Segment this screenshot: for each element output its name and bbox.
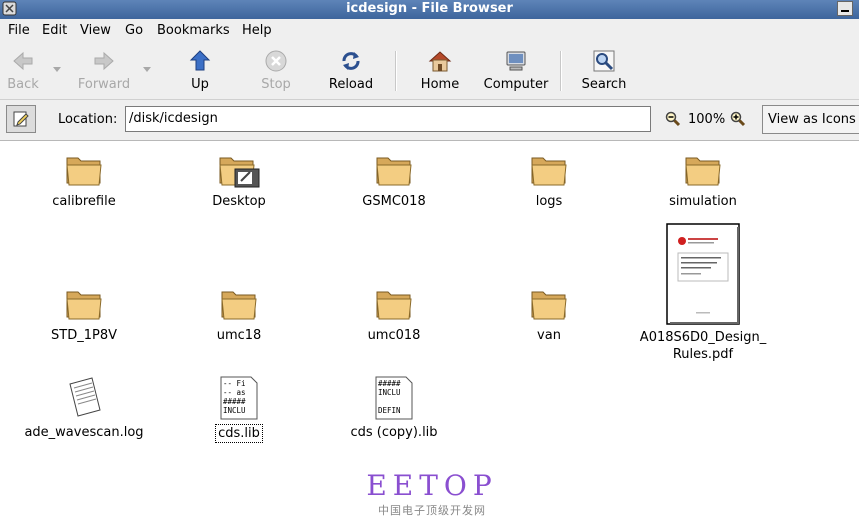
search-button[interactable]: Search: [580, 49, 628, 92]
file-item-umc18[interactable]: umc18: [199, 283, 279, 344]
reload-button[interactable]: Reload: [328, 49, 374, 92]
folder-icon: [221, 291, 257, 320]
menu-view[interactable]: View: [80, 23, 111, 38]
svg-text:INCLU: INCLU: [378, 388, 401, 397]
desktop-folder-icon: [219, 157, 260, 188]
home-button[interactable]: Home: [418, 49, 462, 92]
menu-go[interactable]: Go: [125, 23, 143, 38]
view-as-dropdown[interactable]: View as Icons: [762, 105, 859, 134]
text-preview-file-icon: -- Fi -- as ##### INCLU: [220, 376, 258, 420]
location-bar: Location: /disk/icdesign 100% View as Ic…: [0, 100, 859, 141]
text-preview-file-icon: ##### INCLU DEFIN: [375, 376, 413, 420]
menu-edit[interactable]: Edit: [42, 23, 67, 38]
file-item-desktop[interactable]: Desktop: [199, 149, 279, 210]
computer-icon: [506, 51, 526, 71]
folder-icon: [376, 157, 412, 186]
menu-bookmarks[interactable]: Bookmarks: [157, 23, 230, 38]
menu-file[interactable]: File: [8, 23, 30, 38]
location-input[interactable]: /disk/icdesign: [125, 106, 651, 132]
svg-text:#####: #####: [223, 397, 246, 406]
menu-help[interactable]: Help: [242, 23, 272, 38]
back-arrow-icon: [13, 51, 33, 71]
edit-location-icon: [13, 111, 29, 127]
watermark-title: EETOP: [366, 469, 498, 502]
text-file-icon: [69, 377, 101, 417]
pdf-thumbnail-icon: [666, 223, 740, 325]
zoom-level[interactable]: 100%: [688, 112, 725, 127]
zoom-in-icon[interactable]: [730, 111, 746, 127]
folder-icon: [66, 157, 102, 186]
minimize-button[interactable]: [837, 1, 853, 16]
stop-icon: [265, 50, 287, 72]
folder-icon: [685, 157, 721, 186]
computer-button[interactable]: Computer: [483, 49, 549, 92]
up-button[interactable]: Up: [183, 49, 217, 92]
home-icon: [428, 51, 452, 72]
toolbar: Back Forward Up Stop Reload Home Compute…: [0, 43, 859, 100]
forward-arrow-icon: [94, 51, 114, 71]
window-title: icdesign - File Browser: [346, 1, 513, 16]
svg-text:-- Fi: -- Fi: [223, 379, 246, 388]
file-icon-view: calibrefile Desktop GSMC018 logs simulat…: [0, 141, 859, 524]
toolbar-separator: [560, 51, 562, 91]
back-history-dropdown[interactable]: [53, 67, 61, 72]
file-item-cds-lib[interactable]: -- Fi -- as ##### INCLU cds.lib: [199, 376, 279, 443]
search-icon: [593, 50, 615, 72]
reload-icon: [342, 52, 360, 70]
folder-icon: [531, 291, 567, 320]
file-item-umc018[interactable]: umc018: [354, 283, 434, 344]
svg-text:DEFIN: DEFIN: [378, 406, 401, 415]
location-label: Location:: [58, 112, 118, 127]
title-bar: icdesign - File Browser: [0, 0, 859, 19]
folder-icon: [66, 291, 102, 320]
file-item-calibrefile[interactable]: calibrefile: [44, 149, 124, 210]
file-item-std-1p8v[interactable]: STD_1P8V: [44, 283, 124, 344]
menu-bar: File Edit View Go Bookmarks Help: [0, 19, 859, 43]
toolbar-separator: [395, 51, 397, 91]
file-item-simulation[interactable]: simulation: [663, 149, 743, 210]
stop-button[interactable]: Stop: [258, 49, 294, 92]
up-arrow-icon: [189, 50, 211, 71]
file-item-cds-copy-lib[interactable]: ##### INCLU DEFIN cds (copy).lib: [339, 376, 449, 441]
zoom-out-icon[interactable]: [665, 111, 681, 127]
forward-button[interactable]: Forward: [76, 49, 132, 92]
back-button[interactable]: Back: [6, 49, 40, 92]
svg-text:INCLU: INCLU: [223, 406, 246, 415]
file-item-design-rules-pdf[interactable]: A018S6D0_Design_ Rules.pdf: [638, 223, 768, 363]
file-item-van[interactable]: van: [509, 283, 589, 344]
folder-icon: [531, 157, 567, 186]
svg-text:#####: #####: [378, 379, 401, 388]
toggle-location-entry-button[interactable]: [6, 105, 36, 133]
file-item-logs[interactable]: logs: [509, 149, 589, 210]
svg-text:-- as: -- as: [223, 388, 246, 397]
file-item-ade-wavescan-log[interactable]: ade_wavescan.log: [19, 376, 149, 441]
eetop-watermark: EETOP 中国电子顶级开发网: [362, 470, 502, 518]
file-item-gsmc018[interactable]: GSMC018: [354, 149, 434, 210]
forward-history-dropdown[interactable]: [143, 67, 151, 72]
folder-icon: [376, 291, 412, 320]
watermark-subtitle: 中国电子顶级开发网: [378, 504, 486, 517]
